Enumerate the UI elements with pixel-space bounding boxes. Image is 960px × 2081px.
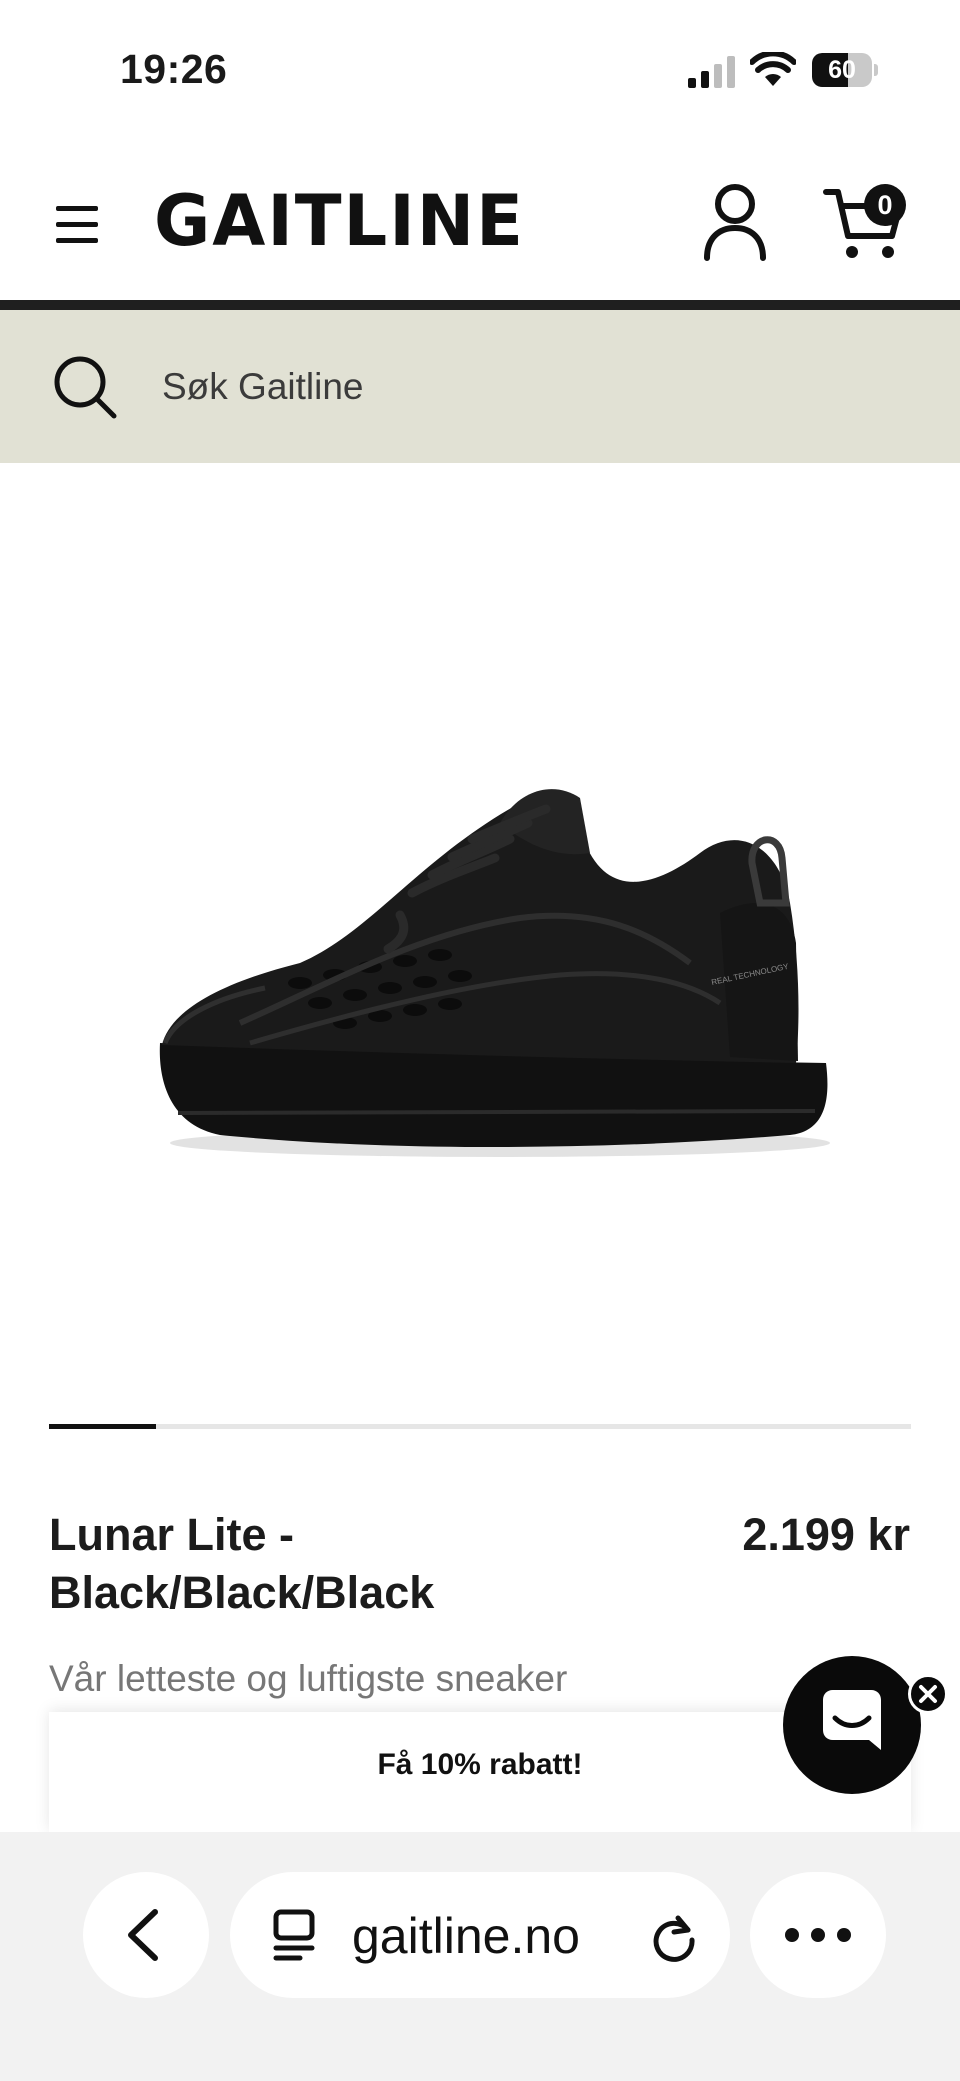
more-button[interactable]	[750, 1872, 886, 1998]
battery-body: 60	[812, 53, 872, 87]
product-tagline: Vår letteste og luftigste sneaker	[49, 1658, 568, 1699]
search-bar[interactable]: Søk Gaitline	[0, 310, 960, 463]
product-price: 2.199 kr	[742, 1509, 910, 1560]
account-button[interactable]	[702, 182, 768, 262]
product-image[interactable]: REAL TECHNOLOGY	[0, 463, 960, 1423]
menu-button[interactable]	[50, 200, 106, 250]
tabs-icon	[273, 1909, 315, 1961]
battery-cap	[874, 64, 878, 76]
logo[interactable]: GAITLINE	[154, 186, 525, 256]
search-icon	[54, 356, 117, 419]
gallery-progress-fill	[49, 1424, 156, 1429]
address-bar[interactable]: gaitline.no	[230, 1872, 730, 1998]
sneaker-image: REAL TECHNOLOGY	[159, 789, 830, 1157]
chat-icon	[823, 1690, 881, 1750]
status-bar: 19:26 60	[0, 0, 960, 130]
discount-label: Få 10% rabatt!	[377, 1748, 583, 1781]
gallery-progress	[49, 1424, 911, 1429]
battery-icon: 60	[812, 53, 878, 87]
chat-close-button[interactable]	[908, 1674, 948, 1714]
wifi-icon	[750, 52, 796, 86]
header-divider	[0, 300, 960, 310]
status-time: 19:26	[120, 46, 228, 92]
discount-banner[interactable]: Få 10% rabatt!	[49, 1712, 911, 1832]
signal-icon	[688, 56, 735, 88]
account-icon	[704, 184, 766, 261]
url-text: gaitline.no	[352, 1908, 580, 1964]
close-icon	[919, 1685, 937, 1703]
site-header: GAITLINE	[0, 150, 960, 300]
reload-icon[interactable]	[648, 1910, 700, 1962]
battery-percent: 60	[828, 56, 856, 84]
product-title: Lunar Lite - Black/Black/Black	[49, 1509, 435, 1618]
search-placeholder: Søk Gaitline	[162, 366, 364, 407]
cart-count-badge: 0	[864, 184, 906, 226]
more-icon	[785, 1928, 851, 1942]
browser-toolbar: gaitline.no	[0, 1832, 960, 2081]
chat-button[interactable]	[783, 1656, 921, 1794]
back-button[interactable]	[83, 1872, 209, 1998]
chevron-left-icon	[128, 1909, 158, 1961]
